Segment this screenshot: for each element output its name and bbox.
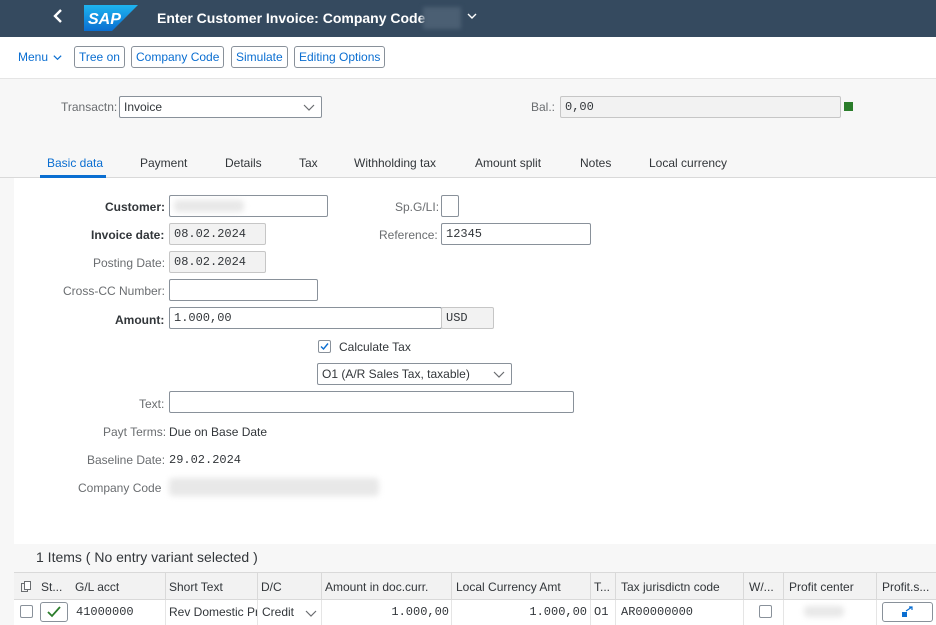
baseline-date-value: 29.02.2024 [169, 453, 242, 467]
posting-date-input[interactable]: 08.02.2024 [169, 251, 266, 273]
amount-label: Amount: [115, 313, 165, 327]
col-tax-jurisdiction[interactable]: Tax jurisdictn code [621, 580, 720, 594]
menu-label: Menu [18, 50, 49, 64]
col-tax-code[interactable]: T... [594, 580, 610, 594]
text-label: Text: [139, 397, 165, 411]
chevron-down-icon[interactable] [466, 10, 478, 25]
posting-date-label: Posting Date: [93, 256, 166, 270]
currency-input[interactable]: USD [441, 307, 494, 329]
amount-doc-cell[interactable]: 1.000,00 [325, 605, 449, 619]
reference-input[interactable]: 12345 [441, 223, 591, 245]
col-profit-center[interactable]: Profit center [789, 580, 854, 594]
tab-notes[interactable]: Notes [580, 156, 611, 170]
tree-on-button[interactable]: Tree on [74, 46, 125, 68]
dc-value: Credit [262, 605, 295, 619]
back-arrow-icon[interactable] [52, 8, 64, 28]
calculate-tax-label: Calculate Tax [339, 340, 411, 354]
text-input[interactable] [169, 391, 574, 413]
invoice-date-label: Invoice date: [91, 228, 165, 242]
menu-button[interactable]: Menu [18, 50, 63, 64]
copy-icon[interactable] [21, 581, 31, 595]
customer-label: Customer: [105, 200, 166, 214]
balance-field: 0,00 [560, 96, 841, 118]
sap-logo[interactable]: SAP [84, 5, 138, 31]
col-profit-segment[interactable]: Profit.s... [882, 580, 929, 594]
chevron-down-icon [303, 104, 315, 111]
tab-tax[interactable]: Tax [299, 156, 318, 170]
gl-acct-cell[interactable]: 41000000 [76, 605, 161, 619]
payt-terms-label: Payt Terms: [103, 425, 167, 439]
tab-amount-split[interactable]: Amount split [475, 156, 541, 170]
tax-code-cell[interactable]: O1 [594, 605, 608, 619]
status-button[interactable] [40, 602, 68, 622]
reference-label: Reference: [379, 228, 438, 242]
chevron-down-icon [53, 54, 62, 60]
svg-text:SAP: SAP [88, 11, 121, 28]
company-code-button[interactable]: Company Code [131, 46, 225, 68]
spgl-input[interactable] [441, 195, 459, 217]
chevron-down-icon [305, 610, 317, 617]
cross-cc-input[interactable] [169, 279, 318, 301]
simulate-button[interactable]: Simulate [231, 46, 288, 68]
transaction-select[interactable]: Invoice [119, 96, 322, 118]
cross-cc-label: Cross-CC Number: [63, 284, 166, 298]
col-dc[interactable]: D/C [261, 580, 282, 594]
profit-center-redacted [804, 606, 844, 617]
col-amount-doc[interactable]: Amount in doc.curr. [325, 580, 428, 594]
page-title: Enter Customer Invoice: Company Code [157, 10, 426, 26]
editing-options-button[interactable]: Editing Options [294, 46, 386, 68]
tax-code-value: O1 (A/R Sales Tax, taxable) [322, 367, 470, 381]
company-code-redacted [423, 7, 461, 29]
items-title: 1 Items ( No entry variant selected ) [36, 549, 258, 565]
col-withholding[interactable]: W/... [749, 580, 774, 594]
table-row[interactable]: 41000000 Rev Domestic Pr Credit 1.000,00… [14, 600, 936, 625]
balance-status-indicator [844, 102, 853, 111]
dc-select[interactable]: Credit [262, 605, 294, 619]
short-text-cell[interactable]: Rev Domestic Pr [169, 605, 257, 619]
company-code-label: Company Code [78, 481, 162, 495]
tab-payment[interactable]: Payment [140, 156, 187, 170]
transaction-label: Transactn: [61, 100, 118, 114]
navigate-arrow-icon [902, 606, 913, 617]
amount-input[interactable]: 1.000,00 [169, 307, 442, 329]
col-gl-acct[interactable]: G/L acct [75, 580, 119, 594]
amount-local-cell[interactable]: 1.000,00 [455, 605, 587, 619]
transaction-value: Invoice [124, 100, 163, 114]
checkmark-icon [47, 606, 61, 618]
items-table-header: St... G/L acct Short Text D/C Amount in … [14, 572, 936, 600]
row-select-checkbox[interactable] [20, 605, 33, 618]
checkmark-icon [320, 343, 329, 351]
baseline-date-label: Baseline Date: [87, 453, 166, 467]
col-status[interactable]: St... [41, 580, 62, 594]
tax-code-select[interactable]: O1 (A/R Sales Tax, taxable) [317, 363, 512, 385]
tab-bar: Basic data Payment Details Tax Withholdi… [0, 152, 936, 178]
withholding-checkbox[interactable] [759, 605, 772, 618]
col-amount-local[interactable]: Local Currency Amt [456, 580, 561, 594]
shell-header: SAP Enter Customer Invoice: Company Code [0, 0, 936, 37]
tab-withholding-tax[interactable]: Withholding tax [354, 156, 436, 170]
profit-segment-button[interactable] [882, 602, 933, 622]
spgl-label: Sp.G/LI: [395, 200, 440, 214]
tab-details[interactable]: Details [225, 156, 262, 170]
tax-jurisdiction-cell[interactable]: AR00000000 [621, 605, 693, 619]
tab-local-currency[interactable]: Local currency [649, 156, 727, 170]
invoice-date-input[interactable]: 08.02.2024 [169, 223, 266, 245]
company-code-redacted [169, 478, 379, 496]
toolbar: Menu Tree on Company Code Simulate Editi… [0, 37, 936, 79]
tab-basic-data[interactable]: Basic data [47, 156, 103, 170]
calculate-tax-checkbox[interactable] [318, 340, 331, 353]
col-short-text[interactable]: Short Text [169, 580, 223, 594]
customer-redacted [174, 200, 244, 212]
payt-terms-value: Due on Base Date [169, 425, 268, 439]
chevron-down-icon [493, 371, 505, 378]
balance-label: Bal.: [531, 100, 556, 114]
